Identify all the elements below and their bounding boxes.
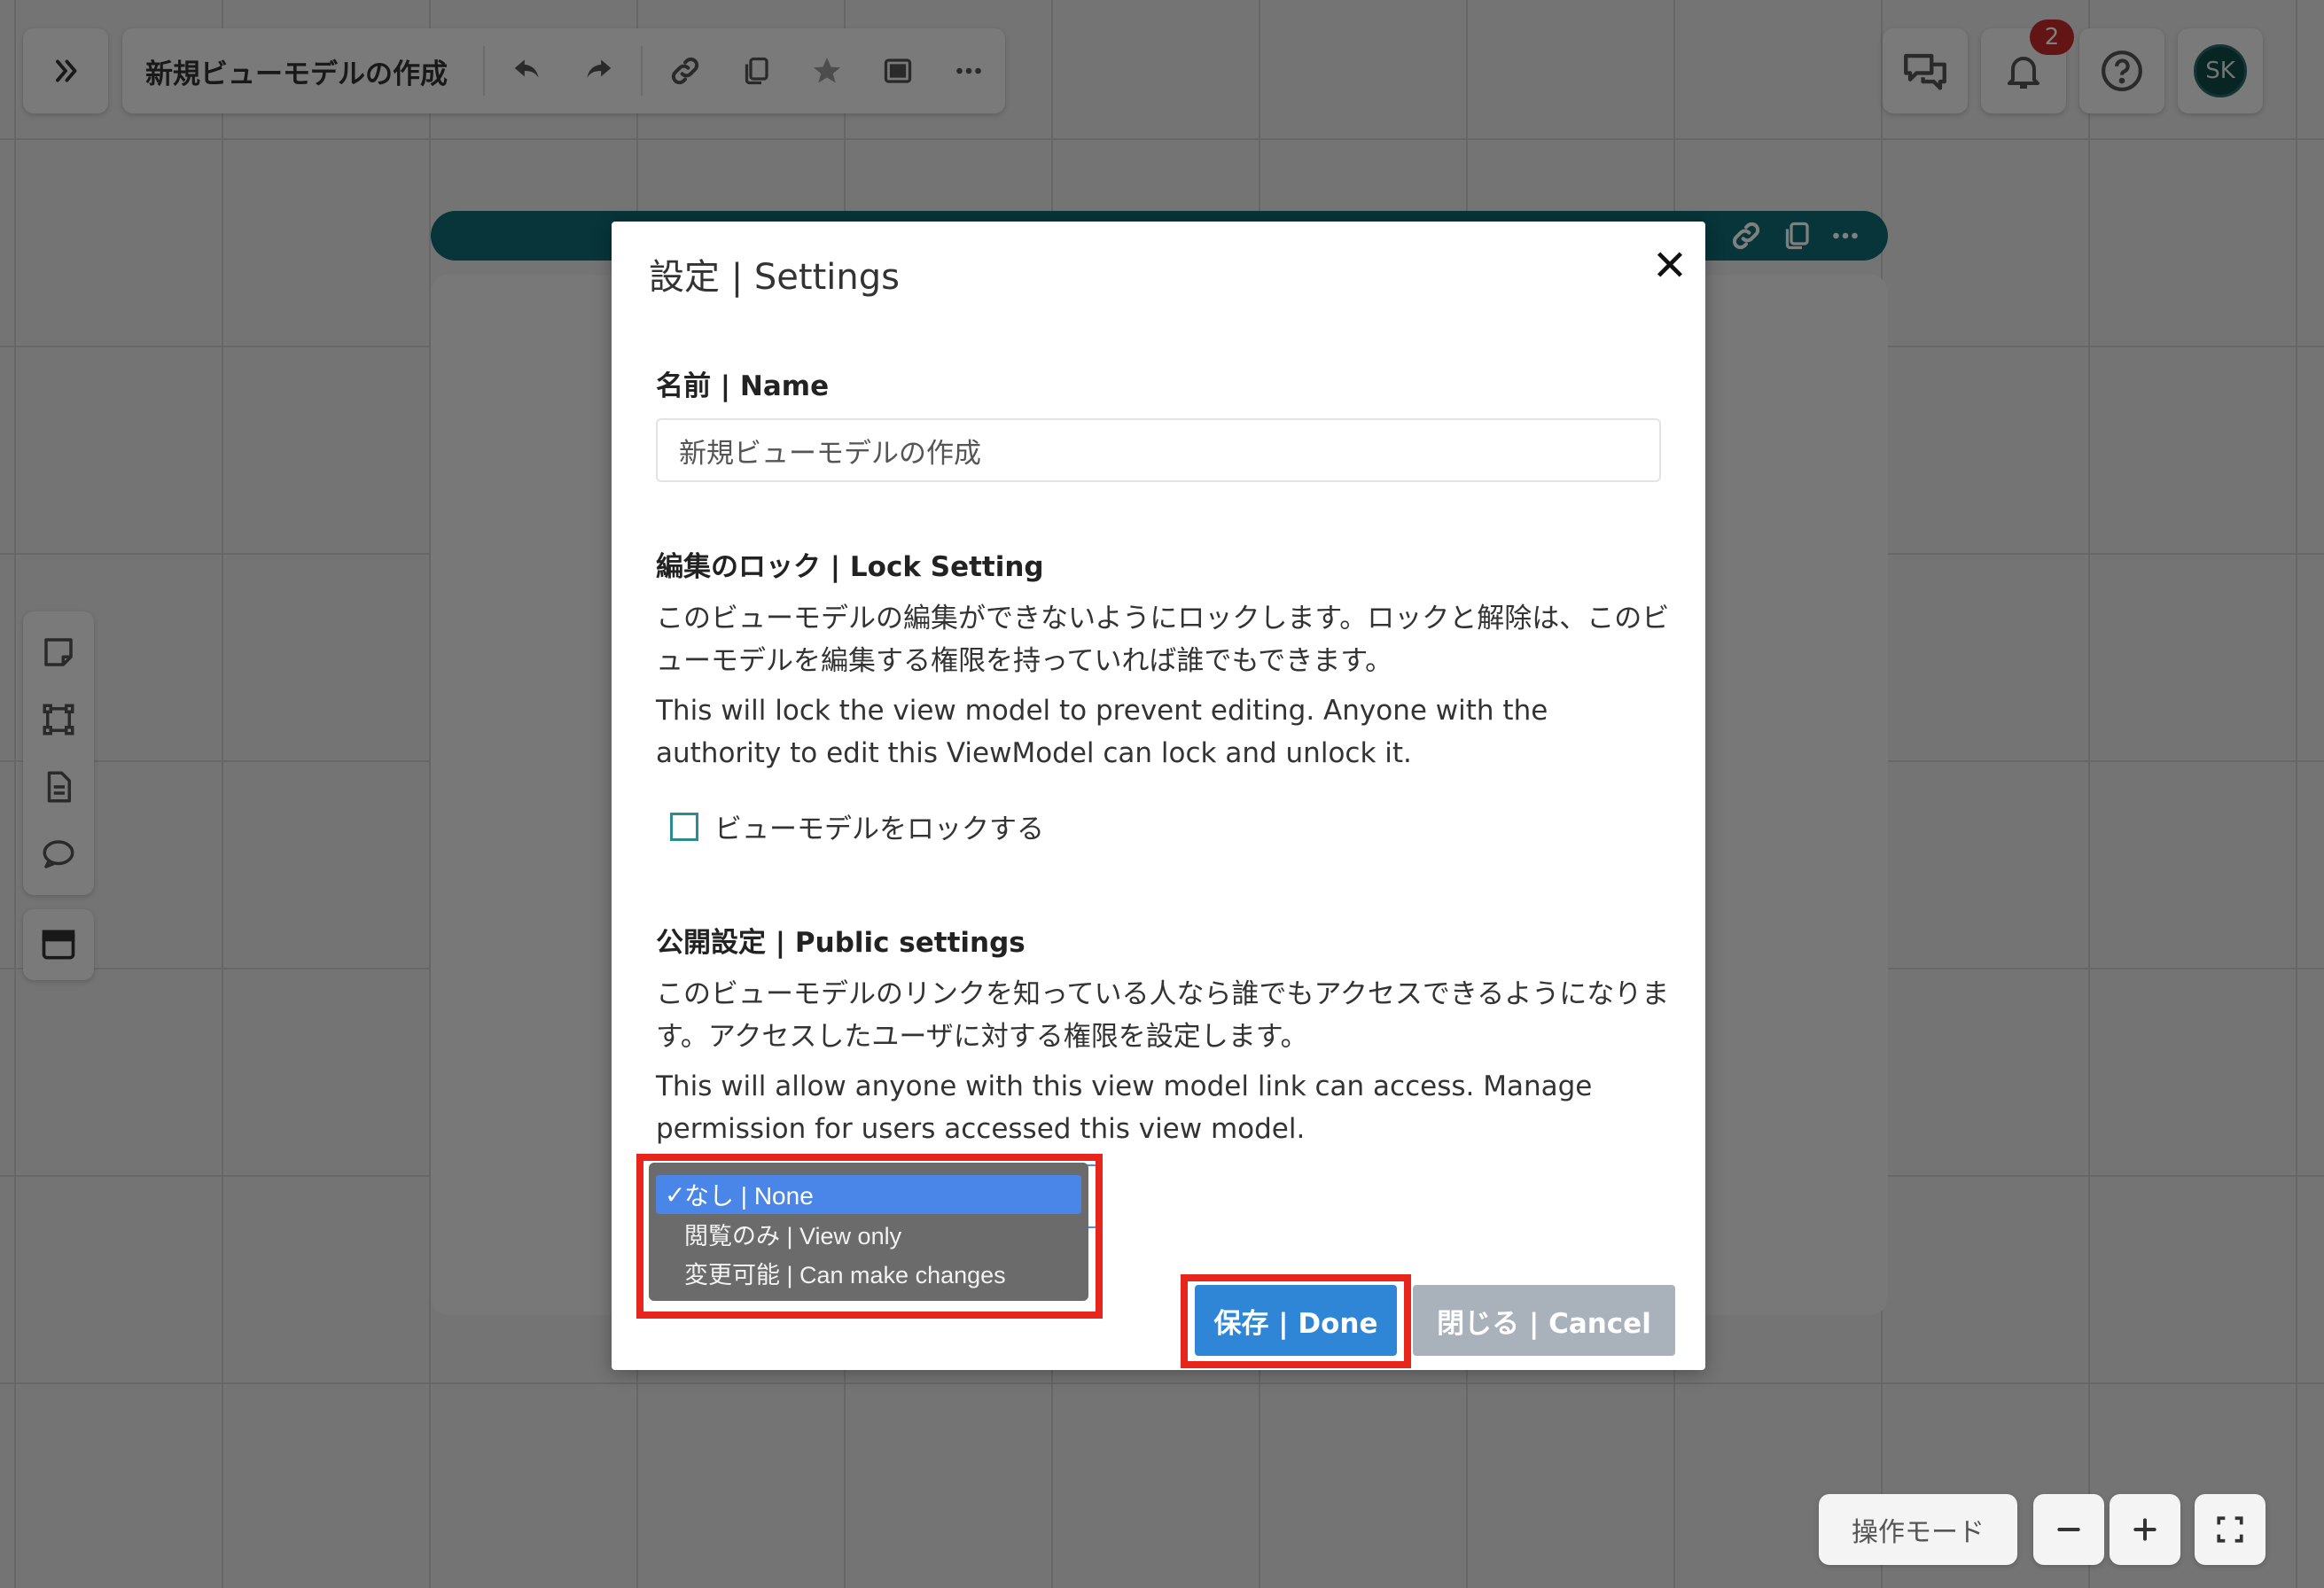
highlight-box-done-button (1181, 1274, 1411, 1368)
name-heading: 名前 | Name (656, 370, 830, 402)
public-description-jp: このビューモデルのリンクを知っている人なら誰でもアクセスできるようになります。ア… (656, 978, 1670, 1053)
zoom-out-button[interactable] (2033, 1494, 2104, 1565)
lock-setting-heading: 編集のロック | Lock Setting (656, 551, 1044, 583)
lock-description-en: This will lock the view model to prevent… (656, 695, 1548, 769)
lock-checkbox[interactable] (670, 812, 698, 841)
cancel-button[interactable]: 閉じる | Cancel (1413, 1285, 1675, 1356)
fullscreen-icon (2215, 1514, 2245, 1545)
fullscreen-button[interactable] (2195, 1494, 2266, 1565)
operation-mode-button[interactable]: 操作モード (1819, 1494, 2017, 1565)
plus-icon (2131, 1515, 2159, 1544)
lock-checkbox-row[interactable]: ビューモデルをロックする (670, 806, 1044, 846)
public-settings-heading: 公開設定 | Public settings (656, 927, 1026, 959)
name-input[interactable] (656, 418, 1661, 482)
close-icon: ✕ (1651, 241, 1688, 291)
lock-description-jp: このビューモデルの編集ができないようにロックします。ロックと解除は、このビューモ… (656, 603, 1670, 677)
dialog-title: 設定 | Settings (649, 257, 900, 298)
close-button[interactable]: ✕ (1645, 241, 1695, 291)
zoom-in-button[interactable] (2110, 1494, 2180, 1565)
highlight-box-dropdown (636, 1154, 1103, 1319)
public-description-en: This will allow anyone with this view mo… (656, 1070, 1593, 1145)
minus-icon (2055, 1515, 2083, 1544)
lock-checkbox-label[interactable]: ビューモデルをロックする (714, 806, 1044, 846)
